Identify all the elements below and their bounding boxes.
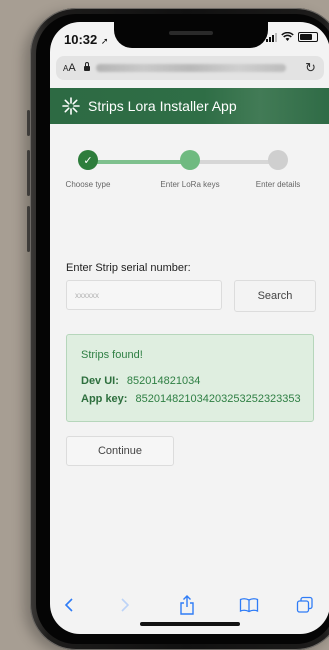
- app-key-row: App key: 852014821034203253252323353: [81, 393, 301, 405]
- check-icon: ✓: [83, 154, 93, 167]
- status-time: 10:32 ➚: [64, 32, 108, 47]
- notch: [114, 22, 268, 48]
- step-2-circle[interactable]: [180, 150, 200, 170]
- found-title: Strips found!: [81, 349, 143, 361]
- step-1-circle[interactable]: ✓: [78, 150, 98, 170]
- lock-icon: [83, 61, 90, 71]
- stepper-line-pending: [190, 160, 278, 164]
- back-icon[interactable]: [58, 594, 80, 616]
- app-header: Strips Lora Installer App: [50, 88, 329, 124]
- battery-icon: [298, 32, 318, 42]
- bookmarks-icon[interactable]: [238, 594, 260, 616]
- reload-icon[interactable]: ↻: [305, 60, 316, 76]
- dev-ui-label: Dev UI:: [81, 375, 119, 387]
- tabs-icon[interactable]: [294, 594, 316, 616]
- strips-found-alert: Strips found! Dev UI: 852014821034 App ke…: [66, 334, 314, 422]
- home-indicator[interactable]: [140, 622, 240, 626]
- phone-screen: 10:32 ➚ AA ↻ Strips Lora Installer App ✓…: [50, 22, 329, 634]
- app-key-value: 852014821034203253252323353: [135, 393, 301, 405]
- status-icons: [266, 32, 318, 42]
- continue-button[interactable]: Continue: [66, 436, 174, 466]
- serial-input[interactable]: [66, 280, 222, 310]
- browser-toolbar: [50, 590, 329, 620]
- stepper-line-completed: [88, 160, 190, 164]
- share-icon[interactable]: [176, 594, 198, 616]
- search-button[interactable]: Search: [234, 280, 316, 312]
- step-3-circle[interactable]: [268, 150, 288, 170]
- stepper: ✓ Choose type Enter LoRa keys Enter deta…: [50, 150, 329, 200]
- logo-icon: [62, 97, 80, 115]
- forward-icon[interactable]: [114, 594, 136, 616]
- app-key-label: App key:: [81, 393, 128, 405]
- dev-ui-value: 852014821034: [126, 375, 201, 387]
- app-title: Strips Lora Installer App: [88, 98, 237, 114]
- speaker: [169, 31, 213, 35]
- step-2-label: Enter LoRa keys: [160, 180, 220, 189]
- text-size-button[interactable]: AA: [63, 62, 76, 74]
- serial-label: Enter Strip serial number:: [66, 262, 191, 274]
- location-icon: ➚: [100, 36, 109, 46]
- step-3-label: Enter details: [255, 180, 301, 189]
- dev-ui-row: Dev UI: 852014821034: [81, 375, 200, 387]
- time-text: 10:32: [64, 32, 98, 47]
- wifi-icon: [281, 32, 294, 41]
- address-bar[interactable]: AA ↻: [56, 56, 324, 80]
- step-1-label: Choose type: [65, 180, 111, 189]
- url-text-blurred: [95, 64, 286, 72]
